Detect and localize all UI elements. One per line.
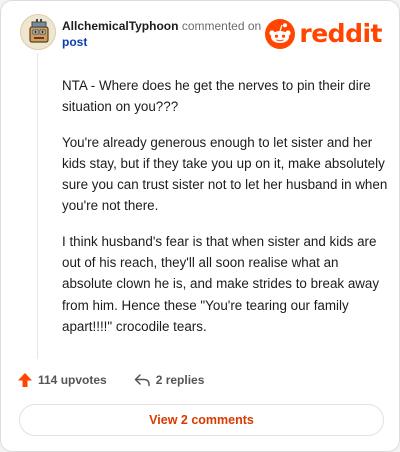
comment-paragraph: NTA - Where does he get the nerves to pi…: [62, 78, 371, 115]
comment-paragraph: You're already generous enough to let si…: [62, 134, 388, 214]
commented-on-text: commented on: [181, 19, 262, 33]
avatar-image: [21, 15, 55, 49]
comment-body: NTA - Where does he get the nerves to pi…: [62, 75, 388, 351]
view-comments-button[interactable]: View 2 comments: [19, 404, 384, 436]
comment-card: AllchemicalTyphoon commented on post red…: [0, 0, 400, 452]
comment-header: AllchemicalTyphoon commented on post: [62, 18, 277, 50]
reddit-snoo-icon: [265, 19, 296, 49]
thread-line: [37, 53, 38, 359]
upvote-arrow-icon: [18, 373, 32, 387]
reddit-logo[interactable]: reddit: [265, 19, 382, 49]
author-username[interactable]: AllchemicalTyphoon: [62, 19, 178, 33]
avatar[interactable]: [20, 14, 56, 50]
view-comments-label: View 2 comments: [149, 413, 254, 427]
reddit-wordmark: reddit: [299, 19, 382, 48]
upvote-button[interactable]: 114 upvotes: [17, 372, 107, 388]
comment-paragraph: I think husband's fear is that when sist…: [62, 233, 380, 334]
reply-arrow-icon: [134, 374, 150, 387]
post-link[interactable]: post: [62, 35, 87, 49]
reply-count: 2 replies: [155, 373, 205, 387]
comment-actions: 114 upvotes 2 replies: [17, 370, 230, 390]
upvote-count: 114 upvotes: [38, 373, 107, 387]
replies-button[interactable]: 2 replies: [133, 372, 205, 388]
